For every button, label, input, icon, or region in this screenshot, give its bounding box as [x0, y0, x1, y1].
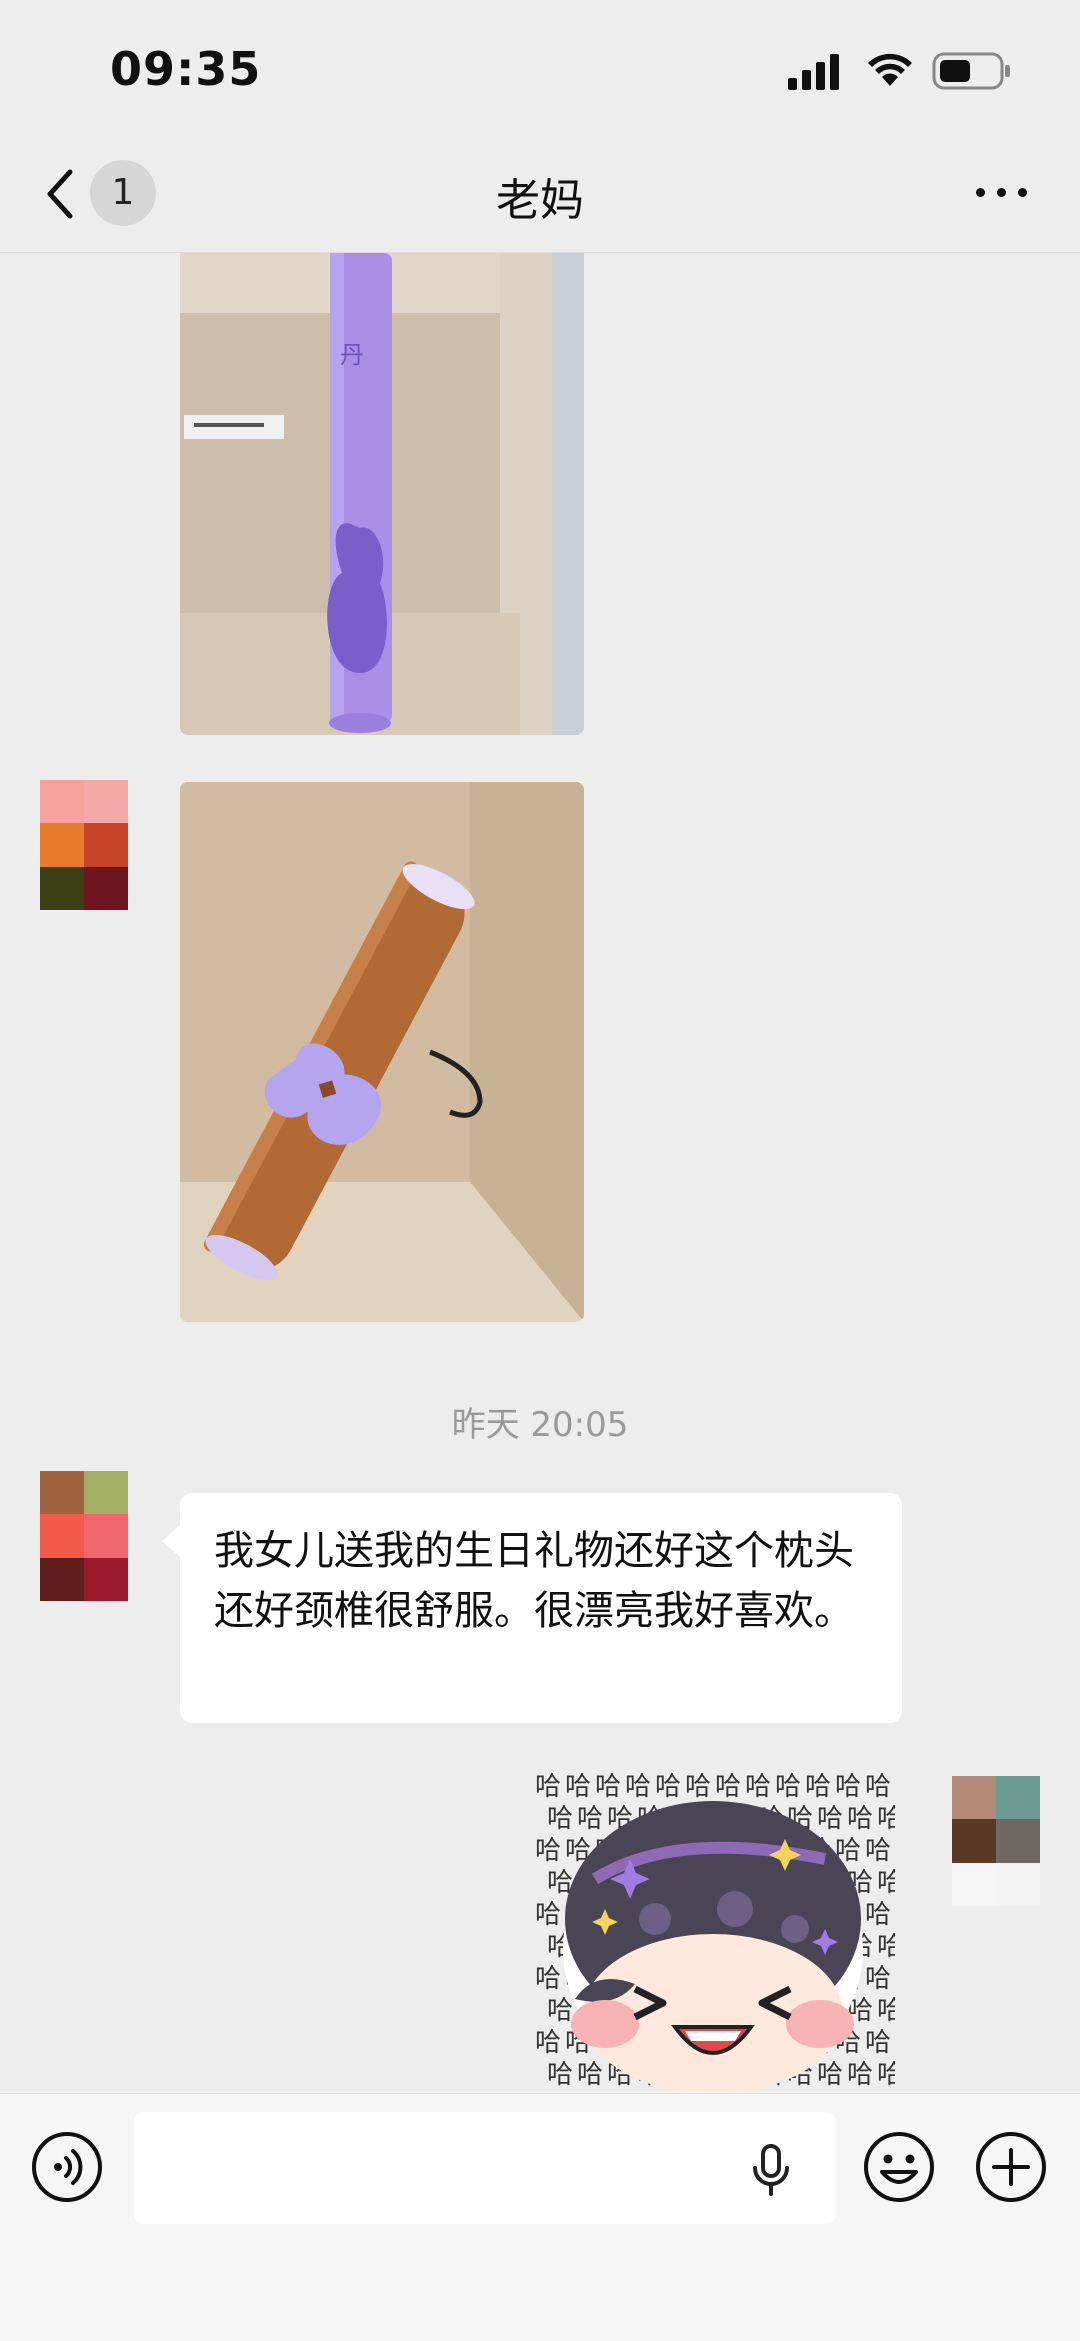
svg-text:哈: 哈 [865, 1836, 891, 1866]
svg-text:哈: 哈 [577, 2060, 603, 2090]
svg-text:哈: 哈 [775, 1772, 801, 1802]
svg-text:哈: 哈 [835, 1772, 861, 1802]
photo-purple-tube: 丹 [180, 253, 584, 735]
svg-text:哈: 哈 [877, 1804, 895, 1834]
signal-icon [788, 54, 839, 90]
status-time: 09:35 [110, 42, 262, 96]
plus-icon[interactable] [974, 2130, 1048, 2204]
svg-text:哈: 哈 [595, 1772, 621, 1802]
svg-text:哈: 哈 [547, 1996, 573, 2026]
svg-text:哈: 哈 [877, 1868, 895, 1898]
svg-text:哈: 哈 [865, 1772, 891, 1802]
battery-icon [932, 52, 1010, 90]
svg-text:哈: 哈 [565, 1772, 591, 1802]
laughing-sticker: 哈哈哈哈哈哈哈哈哈哈哈哈哈哈哈哈哈哈哈哈哈哈哈哈哈哈哈 哈哈 哈哈 哈哈哈哈哈哈哈哈哈… [535, 1769, 895, 2093]
svg-text:丹: 丹 [340, 341, 364, 369]
svg-text:哈: 哈 [547, 1804, 573, 1834]
photo-brown-pillow [180, 782, 584, 1322]
nav-bar: 1 老妈 [0, 140, 1080, 253]
svg-text:哈: 哈 [535, 1900, 561, 1930]
svg-text:哈: 哈 [577, 1804, 603, 1834]
text-message-bubble[interactable]: 我女儿送我的生日礼物还好这个枕头还好颈椎很舒服。很漂亮我好喜欢。 [162, 1493, 902, 1723]
more-options-icon[interactable] [974, 182, 1030, 202]
svg-text:哈: 哈 [535, 2028, 561, 2058]
avatar[interactable] [40, 253, 128, 293]
svg-text:哈: 哈 [847, 1804, 873, 1834]
svg-text:哈: 哈 [865, 2028, 891, 2058]
voice-input-icon[interactable] [30, 2130, 104, 2204]
svg-text:哈: 哈 [877, 1932, 895, 1962]
chat-title: 老妈 [496, 175, 584, 226]
avatar[interactable] [40, 1471, 128, 1601]
svg-text:哈: 哈 [715, 1772, 741, 1802]
svg-text:哈: 哈 [817, 1804, 843, 1834]
svg-text:哈: 哈 [547, 2060, 573, 2090]
svg-text:哈: 哈 [877, 1996, 895, 2026]
svg-text:哈: 哈 [877, 2060, 895, 2090]
sticker-message[interactable]: 哈哈哈哈哈哈哈哈哈哈哈哈哈哈哈哈哈哈哈哈哈哈哈哈哈哈哈哈哈哈哈哈哈哈哈哈哈哈哈哈… [535, 1769, 895, 2093]
svg-text:哈: 哈 [817, 2060, 843, 2090]
svg-text:哈: 哈 [865, 1964, 891, 1994]
svg-text:哈: 哈 [805, 1772, 831, 1802]
svg-text:哈: 哈 [685, 1772, 711, 1802]
avatar-self[interactable] [952, 1776, 1040, 1906]
chat-area[interactable]: 丹 昨天 20:05 我女儿送我的生日礼物还好这个枕头还好颈椎很舒服。很漂亮我好… [0, 253, 1080, 2093]
svg-text:哈: 哈 [655, 1772, 681, 1802]
image-message[interactable]: 丹 [180, 253, 584, 735]
svg-text:哈: 哈 [865, 1900, 891, 1930]
input-bar [0, 2093, 1080, 2341]
svg-text:哈: 哈 [535, 1836, 561, 1866]
message-input[interactable] [134, 2112, 836, 2224]
svg-text:哈: 哈 [625, 1772, 651, 1802]
image-message[interactable] [180, 782, 584, 1322]
svg-text:哈: 哈 [745, 1772, 771, 1802]
svg-text:哈: 哈 [847, 2060, 873, 2090]
status-bar: 09:35 [0, 0, 1080, 140]
emoji-icon[interactable] [862, 2130, 936, 2204]
svg-text:哈: 哈 [535, 1964, 561, 1994]
avatar[interactable] [40, 780, 128, 910]
svg-text:哈: 哈 [535, 1772, 561, 1802]
wifi-icon [868, 53, 912, 86]
microphone-icon[interactable] [750, 2144, 792, 2196]
timestamp: 昨天 20:05 [451, 1405, 629, 1445]
